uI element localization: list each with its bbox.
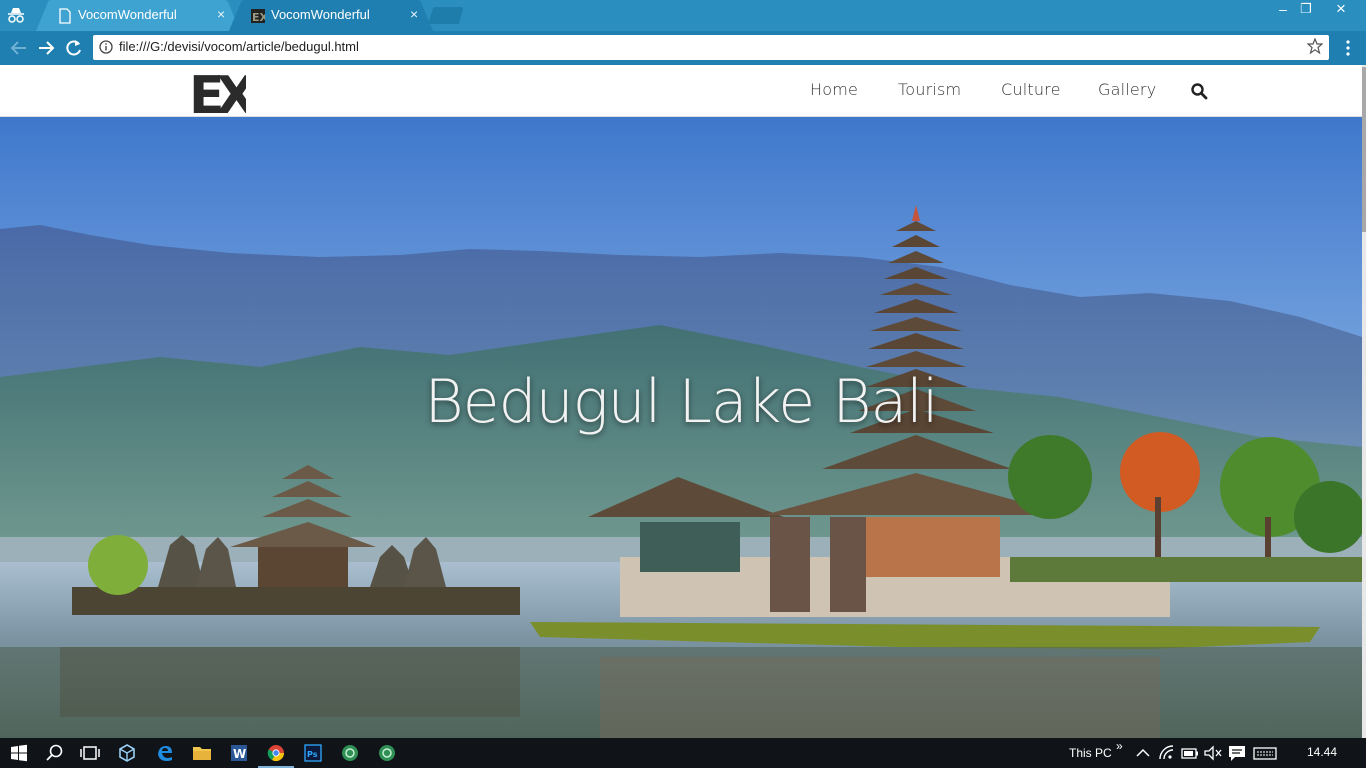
photoshop-icon[interactable]: Ps <box>303 743 323 763</box>
page-icon <box>59 8 71 24</box>
file-explorer-icon[interactable] <box>192 743 212 763</box>
notification-icon[interactable] <box>1227 743 1247 763</box>
page-scrollbar[interactable] <box>1362 65 1366 738</box>
svg-text:Ps: Ps <box>307 750 318 759</box>
hero-banner: Bedugul Lake Bali <box>0 117 1362 738</box>
back-arrow-icon[interactable] <box>8 38 30 58</box>
svg-text:EX: EX <box>252 11 265 24</box>
tray-chevron-icon[interactable]: » <box>1116 739 1123 753</box>
browser-tab-2[interactable]: EX VocomWonderful × <box>229 0 434 31</box>
browser-menu-icon[interactable] <box>1342 38 1354 58</box>
page-viewport: EX Home Tourism Culture Gallery Bedugul … <box>0 65 1366 738</box>
site-logo[interactable]: EX <box>191 69 246 115</box>
search-icon[interactable] <box>1190 82 1208 100</box>
tab-close-icon[interactable]: × <box>410 6 418 22</box>
address-bar[interactable]: file:///G:/devisi/vocom/article/bedugul.… <box>93 35 1329 60</box>
search-icon[interactable] <box>45 743 65 763</box>
info-icon[interactable] <box>99 40 113 54</box>
url-text[interactable]: file:///G:/devisi/vocom/article/bedugul.… <box>119 39 359 54</box>
scrollbar-thumb[interactable] <box>1362 67 1366 232</box>
green-app-icon-2[interactable] <box>377 743 397 763</box>
edge-browser-icon[interactable] <box>155 743 175 763</box>
ex-favicon-icon: EX <box>251 9 265 24</box>
maximize-button[interactable]: ❐ <box>1291 1 1321 21</box>
green-app-icon[interactable] <box>340 743 360 763</box>
keyboard-icon[interactable] <box>1253 743 1277 763</box>
browser-tab-1[interactable]: VocomWonderful × <box>36 0 241 31</box>
site-header: EX Home Tourism Culture Gallery <box>0 65 1362 117</box>
forward-arrow-icon[interactable] <box>35 38 57 58</box>
reload-icon[interactable] <box>63 38 85 58</box>
close-window-button[interactable]: × <box>1326 0 1356 19</box>
tab-close-icon[interactable]: × <box>217 6 225 22</box>
hero-title: Bedugul Lake Bali <box>424 367 938 437</box>
nav-culture[interactable]: Culture <box>1001 80 1061 99</box>
bookmark-star-icon[interactable] <box>1307 38 1323 54</box>
new-tab-button[interactable] <box>428 7 466 24</box>
tray-this-pc-label[interactable]: This PC <box>1069 746 1112 760</box>
clock[interactable]: 14.44 <box>1307 745 1337 759</box>
battery-icon[interactable] <box>1180 743 1200 763</box>
windows-taskbar: W Ps This PC » 14.44 <box>0 738 1366 768</box>
nav-tourism[interactable]: Tourism <box>898 80 961 99</box>
nav-gallery[interactable]: Gallery <box>1098 80 1156 99</box>
svg-text:W: W <box>233 747 246 761</box>
volume-muted-icon[interactable] <box>1203 743 1223 763</box>
logo-text: EX <box>191 69 246 115</box>
incognito-icon <box>8 8 24 23</box>
chrome-icon[interactable] <box>266 743 286 763</box>
wifi-icon[interactable] <box>1157 743 1177 763</box>
tab-title: VocomWonderful <box>271 7 370 22</box>
task-view-icon[interactable] <box>80 743 100 763</box>
tab-strip: VocomWonderful × EX VocomWonderful × – ❐… <box>0 0 1366 31</box>
chevron-up-icon[interactable] <box>1133 743 1153 763</box>
tab-title: VocomWonderful <box>78 7 177 22</box>
nav-home[interactable]: Home <box>810 80 858 99</box>
windows-start-icon[interactable] <box>9 743 29 763</box>
store-icon[interactable] <box>117 743 137 763</box>
word-icon[interactable]: W <box>229 743 249 763</box>
